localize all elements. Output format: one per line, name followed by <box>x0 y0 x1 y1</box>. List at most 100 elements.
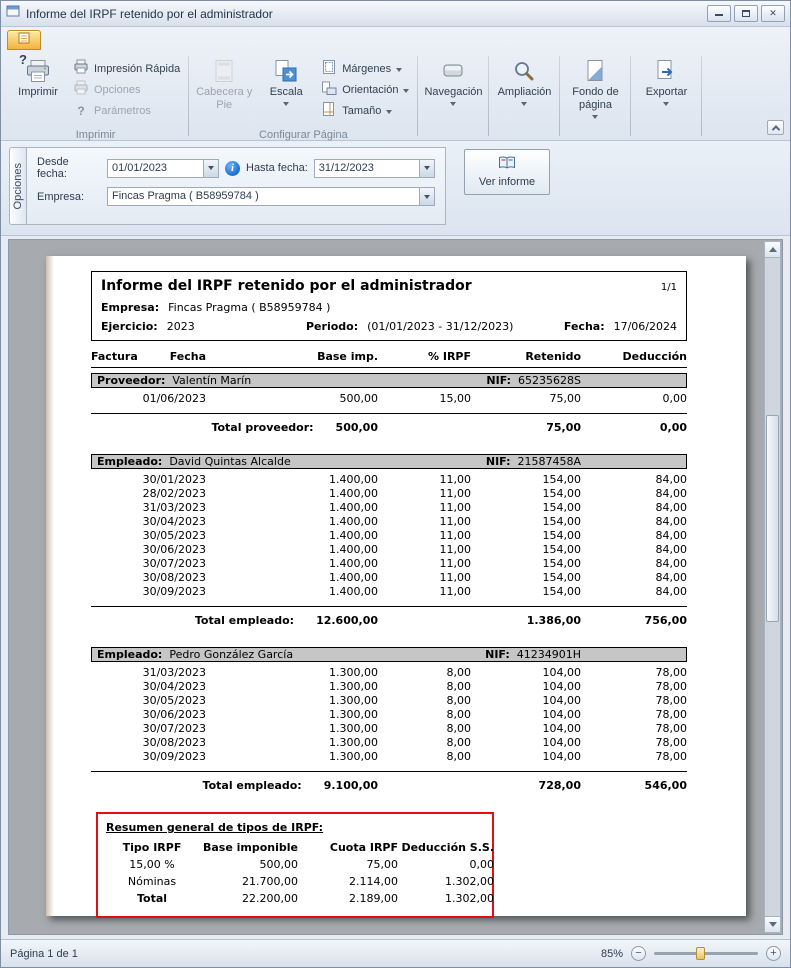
report-groups: Proveedor: Valentín MarínNIF: 65235628S0… <box>91 373 687 793</box>
window-icon <box>6 4 20 23</box>
report-header: Informe del IRPF retenido por el adminis… <box>91 271 687 341</box>
zoom-in-button[interactable]: + <box>766 946 781 961</box>
escala-button[interactable]: Escala <box>255 54 317 128</box>
margenes-label: Márgenes <box>342 63 391 75</box>
quick-print-icon <box>73 59 89 78</box>
ribbon-separator <box>417 56 418 136</box>
ampliacion-label: Ampliación <box>498 86 552 99</box>
exportar-button[interactable]: Exportar <box>635 54 697 128</box>
desde-fecha-dropdown-button[interactable] <box>203 160 218 177</box>
vertical-scrollbar[interactable] <box>764 241 781 933</box>
zoom-out-button[interactable]: − <box>631 946 646 961</box>
scroll-up-button[interactable] <box>765 242 780 258</box>
hasta-fecha-dropdown-button[interactable] <box>419 160 434 177</box>
report-summary-box: Resumen general de tipos de IRPF: Tipo I… <box>96 812 494 918</box>
info-icon: i <box>225 161 240 176</box>
maximize-button[interactable] <box>734 5 758 22</box>
titlebar: Informe del IRPF retenido por el adminis… <box>1 1 790 27</box>
zoom-slider[interactable] <box>654 952 758 955</box>
parametros-button: ? Parámetros <box>69 100 184 121</box>
hasta-fecha-combobox[interactable]: 31/12/2023 <box>314 159 435 178</box>
tamano-label: Tamaño <box>342 105 381 117</box>
fondo-de-pagina-label: Fondo de página <box>564 86 626 112</box>
exportar-label: Exportar <box>646 86 688 99</box>
report-group-band: Empleado: Pedro González GarcíaNIF: 4123… <box>91 647 687 662</box>
report-page-indicator: 1/1 <box>661 282 677 293</box>
parametros-label: Parámetros <box>94 105 151 117</box>
report-title: Informe del IRPF retenido por el adminis… <box>101 278 472 294</box>
report-row: 31/03/20231.400,0011,00154,0084,00 <box>91 501 687 515</box>
ver-informe-button[interactable]: Ver informe <box>464 149 550 195</box>
chevron-down-icon <box>424 166 430 170</box>
report-row: 30/05/20231.400,0011,00154,0084,00 <box>91 529 687 543</box>
minimize-button[interactable] <box>707 5 731 22</box>
ampliacion-button[interactable]: Ampliación <box>493 54 555 128</box>
report-empresa-line: Empresa:Fincas Pragma ( B58959784 ) <box>101 301 677 314</box>
ribbon-group-ampliacion: Ampliación <box>490 53 558 140</box>
arrow-down-icon <box>769 922 777 927</box>
chevron-down-icon <box>208 166 214 170</box>
opciones-label: Opciones <box>94 84 140 96</box>
imprimir-label: Imprimir <box>18 86 58 99</box>
tamano-button[interactable]: Tamaño <box>317 100 413 121</box>
report-row: 30/08/20231.300,008,00104,0078,00 <box>91 736 687 750</box>
summary-cell: 2.189,00 <box>298 892 398 906</box>
report-row: 30/04/20231.300,008,00104,0078,00 <box>91 680 687 694</box>
escala-label: Escala <box>270 86 303 99</box>
impresion-rapida-label: Impresión Rápida <box>94 63 180 75</box>
imprimir-button[interactable]: ? Imprimir <box>7 54 69 128</box>
report-row: 30/05/20231.300,008,00104,0078,00 <box>91 694 687 708</box>
desde-fecha-combobox[interactable]: 01/01/2023 <box>107 159 219 178</box>
opciones-tab[interactable]: Opciones <box>9 147 26 225</box>
report-row: 30/06/20231.400,0011,00154,0084,00 <box>91 543 687 557</box>
orientacion-button[interactable]: Orientación <box>317 79 413 100</box>
orientacion-label: Orientación <box>342 84 398 96</box>
summary-cell: Nóminas <box>106 875 198 889</box>
close-button[interactable]: ✕ <box>761 5 785 22</box>
scrollbar-thumb[interactable] <box>766 415 779 622</box>
options-panel: Opciones Desde fecha: 01/01/2023 i Hasta… <box>1 141 790 236</box>
zoom-icon <box>511 57 537 83</box>
impresion-rapida-button[interactable]: Impresión Rápida <box>69 58 184 79</box>
navegacion-button[interactable]: Navegación <box>422 54 484 128</box>
empresa-dropdown-button[interactable] <box>419 188 434 205</box>
margins-icon <box>321 59 337 78</box>
ribbon-separator <box>488 56 489 136</box>
margenes-button[interactable]: Márgenes <box>317 58 413 79</box>
summary-cell: 500,00 <box>198 858 298 872</box>
report-row: 30/09/20231.400,0011,00154,0084,00 <box>91 585 687 599</box>
summary-cell: Total <box>106 892 198 906</box>
statusbar: Página 1 de 1 85% − + <box>1 939 790 967</box>
report-row: 30/06/20231.300,008,00104,0078,00 <box>91 708 687 722</box>
report-row: 30/01/20231.400,0011,00154,0084,00 <box>91 473 687 487</box>
ribbon-separator <box>701 56 702 136</box>
empresa-combobox[interactable]: Fincas Pragma ( B58959784 ) <box>107 187 435 206</box>
report-meta-line: Ejercicio:2023 Periodo:(01/01/2023 - 31/… <box>101 320 677 333</box>
empresa-label: Empresa: <box>37 191 101 203</box>
fondo-de-pagina-button[interactable]: Fondo de página <box>564 54 626 128</box>
chevron-down-icon <box>592 115 598 119</box>
page-size-icon <box>321 101 337 120</box>
zoom-percent-label: 85% <box>601 948 623 960</box>
ver-informe-label: Ver informe <box>479 176 535 188</box>
summary-cell: 21.700,00 <box>198 875 298 889</box>
report-row: 31/03/20231.300,008,00104,0078,00 <box>91 666 687 680</box>
report-row: 30/07/20231.400,0011,00154,0084,00 <box>91 557 687 571</box>
summary-cell: 2.114,00 <box>298 875 398 889</box>
report-total-row: Total empleado:12.600,001.386,00756,00 <box>91 606 687 628</box>
hasta-fecha-value: 31/12/2023 <box>315 160 419 177</box>
app-menu-button[interactable] <box>7 30 41 50</box>
summary-cell: 1.302,00 <box>398 875 494 889</box>
ribbon: ? Imprimir Impresión Rápida Opciones <box>1 27 790 141</box>
ribbon-collapse-button[interactable] <box>767 120 784 135</box>
report-row: 30/07/20231.300,008,00104,0078,00 <box>91 722 687 736</box>
page-count-label: Página 1 de 1 <box>10 948 78 960</box>
parameters-icon: ? <box>73 104 89 118</box>
group-label-imprimir: Imprimir <box>4 129 187 141</box>
scroll-down-button[interactable] <box>765 916 780 932</box>
cabecera-y-pie-button: Cabecera y Pie <box>193 54 255 128</box>
export-icon <box>653 57 679 83</box>
report-row: 30/09/20231.300,008,00104,0078,00 <box>91 750 687 764</box>
ribbon-separator <box>188 56 189 136</box>
zoom-slider-thumb[interactable] <box>696 947 705 960</box>
